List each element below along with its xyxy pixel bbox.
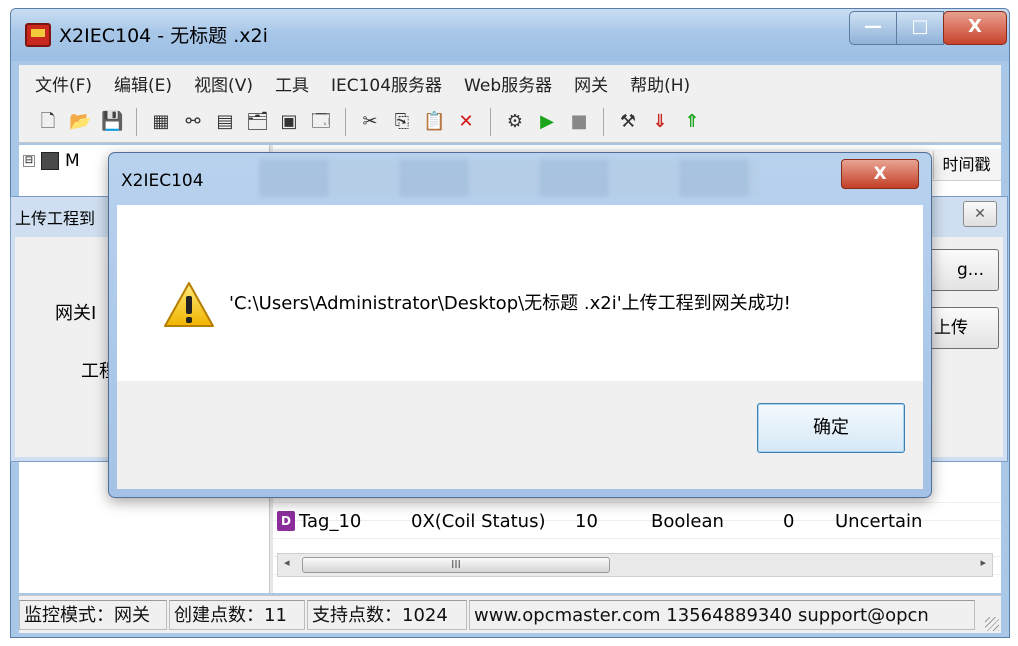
tools-icon[interactable]: ⚙: [504, 111, 526, 133]
message-box: X2IEC104 X 'C:\Users\Administrator\Deskt…: [108, 152, 932, 498]
upload-dialog-title: 上传工程到: [15, 209, 96, 228]
table-row[interactable]: D Tag_10 0X(Coil Status) 10 Boolean 0 Un…: [277, 503, 922, 539]
cut-icon[interactable]: ✂: [359, 111, 381, 133]
cell-offset: 10: [575, 510, 598, 532]
scroll-left-icon[interactable]: ◂: [284, 556, 290, 569]
delete-icon[interactable]: ✕: [455, 111, 477, 133]
resize-grip-icon[interactable]: [985, 617, 999, 631]
maximize-button[interactable]: □: [896, 11, 944, 45]
message-box-content: 'C:\Users\Administrator\Desktop\无标题 .x2i…: [117, 205, 923, 381]
menu-bar: 文件(F) 编辑(E) 视图(V) 工具 IEC104服务器 Web服务器 网关…: [19, 65, 1001, 101]
cell-type: Boolean: [651, 510, 724, 532]
tree-root-label: M: [65, 151, 80, 171]
toolbar-separator: [136, 107, 137, 136]
stop-icon[interactable]: ■: [568, 111, 590, 133]
toolbar-separator: [603, 107, 604, 136]
copy-icon[interactable]: ⎘: [391, 111, 413, 133]
message-box-titlebar[interactable]: X2IEC104 X: [109, 153, 931, 203]
cell-name: Tag_10: [299, 510, 362, 532]
status-contact: www.opcmaster.com 13564889340 support@op…: [469, 599, 975, 630]
device-tree-icon: [41, 152, 59, 170]
close-button[interactable]: X: [943, 11, 1007, 45]
run-icon[interactable]: ▶: [536, 111, 558, 133]
toolbar-separator: [345, 107, 346, 136]
blurred-background: [259, 159, 759, 197]
tag-icon: D: [277, 511, 295, 531]
menu-web-server[interactable]: Web服务器: [464, 71, 552, 96]
build-icon[interactable]: ⚒: [617, 111, 639, 133]
link-icon[interactable]: ⚯: [182, 111, 204, 133]
message-text: 'C:\Users\Administrator\Desktop\无标题 .x2i…: [229, 293, 791, 314]
app-icon: [25, 23, 51, 47]
status-created-points: 创建点数：11: [169, 599, 305, 630]
message-box-title: X2IEC104: [121, 171, 204, 191]
column-header-timestamp[interactable]: 时间戳: [933, 151, 999, 179]
horizontal-scrollbar[interactable]: ◂ III ▸: [277, 553, 993, 577]
download-icon[interactable]: ⇓: [649, 111, 671, 133]
cell-value: 0: [783, 510, 795, 532]
upload-icon[interactable]: ⇑: [681, 111, 703, 133]
message-box-close-button[interactable]: X: [841, 159, 919, 189]
scroll-right-icon[interactable]: ▸: [980, 556, 986, 569]
cell-quality: Uncertain: [835, 510, 923, 532]
toolbar-separator: [490, 107, 491, 136]
status-bar: 监控模式：网关 创建点数：11 支持点数：1024 www.opcmaster.…: [19, 595, 1001, 633]
add-tag-icon[interactable]: ▣: [278, 111, 300, 133]
title-bar[interactable]: X2IEC104 - 无标题 .x2i — □ X: [11, 9, 1009, 61]
minimize-button[interactable]: —: [849, 11, 897, 45]
scroll-thumb[interactable]: III: [302, 557, 610, 573]
message-box-footer: 确定: [117, 381, 923, 489]
status-supported-points: 支持点数：1024: [307, 599, 467, 630]
window-title: X2IEC104 - 无标题 .x2i: [59, 25, 268, 47]
save-icon[interactable]: 💾: [101, 111, 123, 133]
tree-root[interactable]: ⊟ M: [23, 151, 80, 171]
menu-view[interactable]: 视图(V): [194, 71, 253, 96]
collapse-icon[interactable]: ⊟: [23, 155, 35, 167]
open-icon[interactable]: 📂: [69, 111, 91, 133]
paste-icon[interactable]: 📋: [423, 111, 445, 133]
ok-button[interactable]: 确定: [757, 403, 905, 453]
menu-tools[interactable]: 工具: [275, 71, 309, 96]
cell-address: 0X(Coil Status): [411, 510, 546, 532]
upload-dialog-close-button[interactable]: ✕: [963, 201, 997, 227]
properties-icon[interactable]: 🗔: [310, 111, 332, 133]
menu-gateway[interactable]: 网关: [574, 71, 608, 96]
warning-icon: [164, 282, 214, 327]
menu-file[interactable]: 文件(F): [35, 71, 92, 96]
toolbar: 🗋 📂 💾 ▦ ⚯ ▤ 🗂 ▣ 🗔 ✂ ⎘ 📋 ✕ ⚙ ▶ ■ ⚒ ⇓ ⇑: [19, 101, 1001, 143]
status-mode: 监控模式：网关: [19, 599, 167, 630]
menu-edit[interactable]: 编辑(E): [114, 71, 172, 96]
menu-help[interactable]: 帮助(H): [630, 71, 690, 96]
page-icon[interactable]: ▤: [214, 111, 236, 133]
new-icon[interactable]: 🗋: [37, 111, 59, 133]
menu-iec104-server[interactable]: IEC104服务器: [331, 71, 442, 96]
device-icon[interactable]: ▦: [150, 111, 172, 133]
gateway-label: 网关I: [55, 303, 97, 324]
new-folder-icon[interactable]: 🗂: [246, 111, 269, 133]
